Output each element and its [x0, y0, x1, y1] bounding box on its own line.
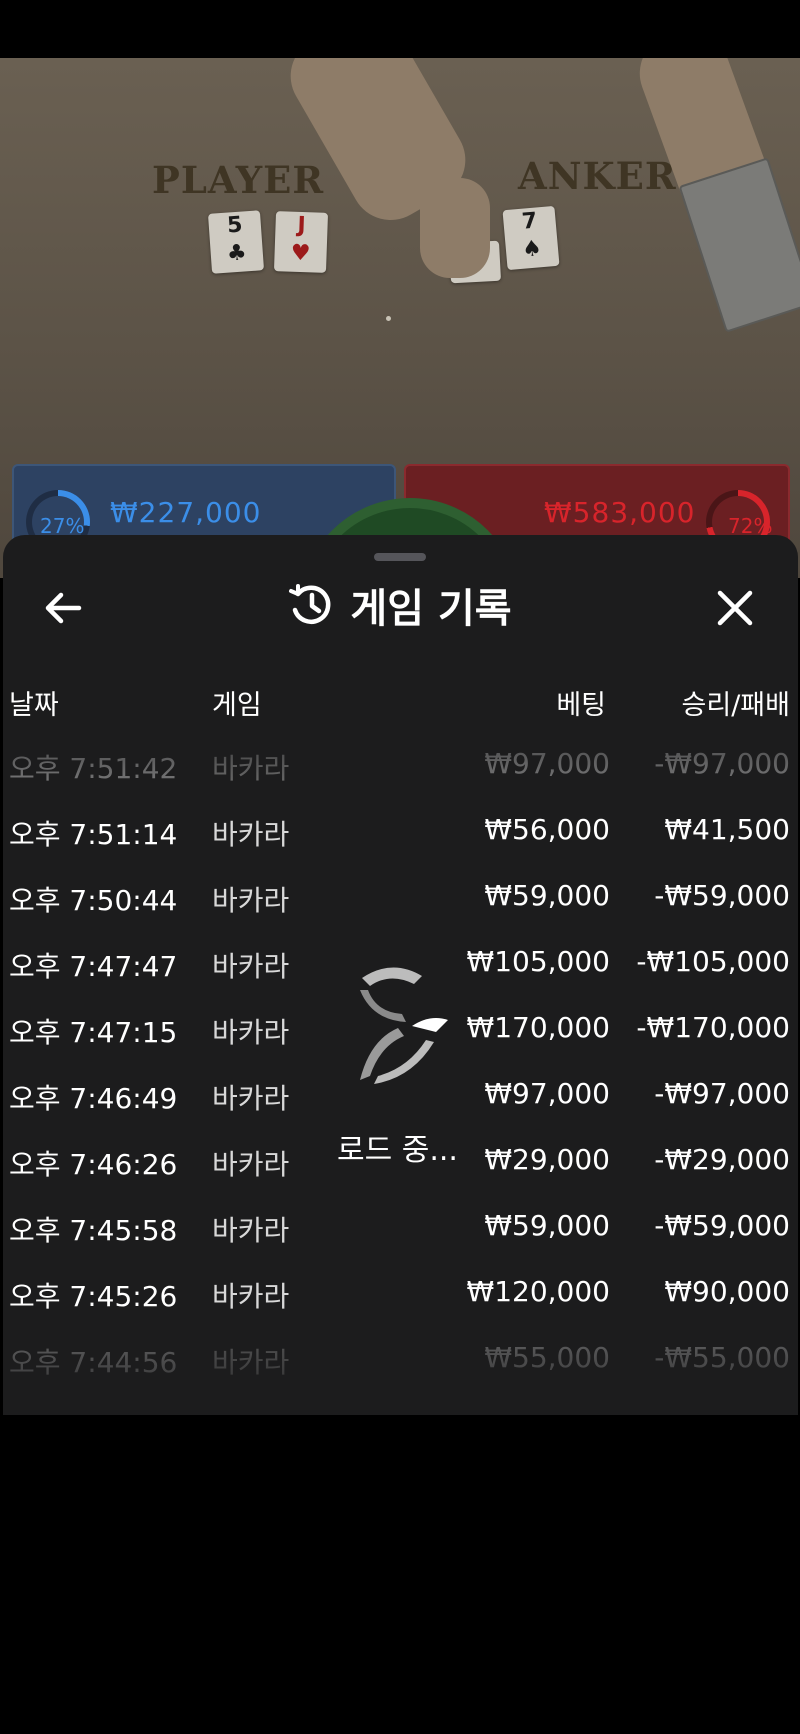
card-shoe	[678, 157, 800, 333]
row-date: 오후 7:51:14	[9, 818, 178, 851]
table-marker	[386, 316, 391, 321]
player-table-label: PLAYER	[152, 158, 325, 202]
row-bet: ₩97,000	[484, 1077, 610, 1110]
row-result: -₩97,000	[654, 1077, 790, 1110]
sheet-drag-handle[interactable]	[374, 553, 426, 561]
card-suit: ♠	[521, 236, 543, 263]
row-game: 바카라	[212, 1280, 290, 1313]
column-header-date[interactable]: 날짜	[9, 683, 59, 722]
row-result: -₩105,000	[636, 945, 790, 978]
history-row[interactable]: 오후 7:45:58 바카라 ₩59,000 -₩59,000	[0, 1197, 800, 1257]
row-game: 바카라	[212, 1016, 290, 1049]
card-rank: 5	[226, 212, 244, 239]
banker-table-label: ANKER	[518, 154, 677, 198]
row-result: ₩90,000	[664, 1275, 790, 1308]
row-bet: ₩56,000	[484, 813, 610, 846]
row-result: -₩97,000	[654, 747, 790, 780]
row-result: -₩29,000	[654, 1143, 790, 1176]
history-row[interactable]: 오후 7:45:26 바카라 ₩120,000 ₩90,000	[0, 1263, 800, 1323]
row-date: 오후 7:44:56	[9, 1346, 178, 1379]
row-date: 오후 7:46:26	[9, 1148, 178, 1181]
close-icon	[717, 590, 753, 626]
player-card-1: 5 ♣	[207, 210, 265, 274]
player-bet-amount: ₩227,000	[110, 496, 262, 529]
row-bet: ₩120,000	[466, 1275, 610, 1308]
row-game: 바카라	[212, 1148, 290, 1181]
history-row[interactable]: 오후 7:44:56 바카라 ₩55,000 -₩55,000	[0, 1329, 800, 1389]
history-row[interactable]: 오후 7:51:14 바카라 ₩56,000 ₩41,500	[0, 801, 800, 861]
row-result: -₩59,000	[654, 1209, 790, 1242]
row-game: 바카라	[212, 818, 290, 851]
banker-card-2: 7 ♠	[502, 205, 560, 271]
row-bet: ₩170,000	[466, 1011, 610, 1044]
row-date: 오후 7:47:47	[9, 950, 178, 983]
banker-bet-amount: ₩583,000	[544, 496, 696, 529]
row-game: 바카라	[212, 1214, 290, 1247]
row-date: 오후 7:47:15	[9, 1016, 178, 1049]
row-game: 바카라	[212, 752, 290, 785]
card-rank: J	[297, 212, 307, 239]
card-suit: ♣	[226, 240, 248, 267]
row-bet: ₩59,000	[484, 879, 610, 912]
row-date: 오후 7:46:49	[9, 1082, 178, 1115]
column-header-bet[interactable]: 베팅	[556, 683, 606, 722]
close-button[interactable]	[710, 583, 760, 633]
row-bet: ₩105,000	[466, 945, 610, 978]
row-result: ₩41,500	[664, 813, 790, 846]
row-game: 바카라	[212, 1346, 290, 1379]
row-game: 바카라	[212, 1082, 290, 1115]
row-result: -₩170,000	[636, 1011, 790, 1044]
column-header-result[interactable]: 승리/패배	[682, 683, 790, 722]
row-game: 바카라	[212, 950, 290, 983]
player-card-2: J ♥	[273, 211, 329, 273]
row-date: 오후 7:45:26	[9, 1280, 178, 1313]
card-suit: ♥	[290, 240, 311, 267]
row-bet: ₩55,000	[484, 1341, 610, 1374]
column-header-game[interactable]: 게임	[212, 683, 262, 722]
loading-text: 로드 중...	[337, 1133, 458, 1168]
row-date: 오후 7:50:44	[9, 884, 178, 917]
sheet-title: 게임 기록	[0, 575, 800, 635]
row-result: -₩59,000	[654, 879, 790, 912]
row-game: 바카라	[212, 884, 290, 917]
dealer-hand	[420, 178, 490, 278]
history-row[interactable]: 오후 7:50:44 바카라 ₩59,000 -₩59,000	[0, 867, 800, 927]
row-result: -₩55,000	[654, 1341, 790, 1374]
history-row[interactable]: 오후 7:51:42 바카라 ₩97,000 -₩97,000	[0, 735, 800, 795]
row-bet: ₩29,000	[484, 1143, 610, 1176]
loading-spinner-icon	[360, 967, 448, 1084]
row-bet: ₩59,000	[484, 1209, 610, 1242]
history-icon	[289, 584, 331, 624]
sheet-title-text: 게임 기록	[350, 586, 512, 632]
row-date: 오후 7:51:42	[9, 752, 178, 785]
row-date: 오후 7:45:58	[9, 1214, 178, 1247]
row-bet: ₩97,000	[484, 747, 610, 780]
